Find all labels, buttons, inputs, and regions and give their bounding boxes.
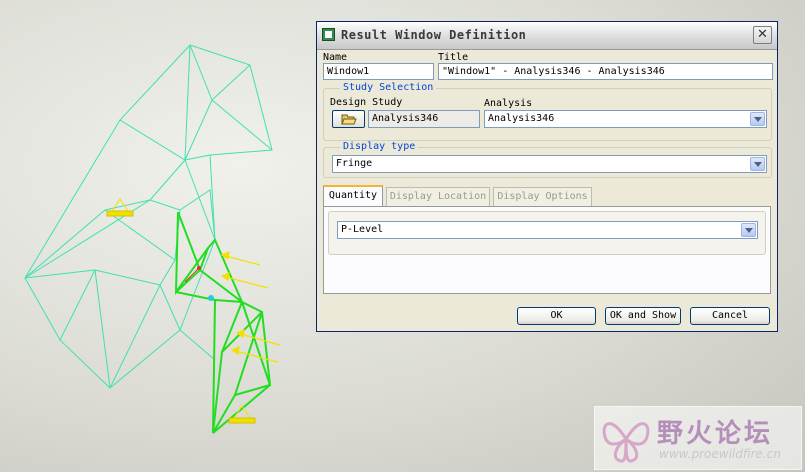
result-window-definition-dialog: Result Window Definition ✕ Name Window1 … xyxy=(316,21,778,332)
dialog-title: Result Window Definition xyxy=(341,28,527,42)
analysis-select[interactable]: Analysis346 xyxy=(484,110,767,128)
watermark-chinese-text: 野火论坛 xyxy=(657,419,774,449)
display-type-group: Display type Fringe xyxy=(323,141,772,178)
ok-and-show-button[interactable]: OK and Show xyxy=(605,307,681,325)
folder-open-icon xyxy=(341,114,357,125)
study-selection-group: Study Selection Design Study Analysis346… xyxy=(323,82,772,141)
quantity-tab-panel: P-Level xyxy=(323,206,771,294)
tab-display-options[interactable]: Display Options xyxy=(493,187,592,206)
cancel-button[interactable]: Cancel xyxy=(690,307,770,325)
study-selection-title: Study Selection xyxy=(340,82,437,93)
analysis-label: Analysis xyxy=(484,98,533,109)
name-input[interactable]: Window1 xyxy=(323,63,434,80)
quantity-select[interactable]: P-Level xyxy=(337,221,758,239)
display-type-title: Display type xyxy=(340,141,419,152)
ok-button[interactable]: OK xyxy=(517,307,596,325)
open-study-button[interactable] xyxy=(332,110,365,128)
tab-quantity[interactable]: Quantity xyxy=(323,185,383,206)
chevron-down-icon[interactable] xyxy=(741,223,756,237)
constraint-symbols xyxy=(106,198,256,424)
quantity-group: P-Level xyxy=(328,211,766,255)
name-label: Name xyxy=(323,52,348,63)
title-label: Title xyxy=(438,52,469,63)
display-type-select[interactable]: Fringe xyxy=(332,155,767,173)
close-button[interactable]: ✕ xyxy=(753,26,772,44)
butterfly-logo-icon xyxy=(602,422,650,463)
dialog-titlebar[interactable]: Result Window Definition ✕ xyxy=(317,22,777,50)
title-input[interactable]: "Window1" - Analysis346 - Analysis346 xyxy=(438,63,773,80)
wireframe-mesh xyxy=(24,44,273,389)
watermark-url: www.proewildfire.cn xyxy=(659,447,781,461)
quantity-selected-value: P-Level xyxy=(341,224,384,235)
analysis-selected-value: Analysis346 xyxy=(488,113,555,124)
design-study-field: Analysis346 xyxy=(368,110,480,128)
tab-display-location[interactable]: Display Location xyxy=(386,187,490,206)
close-icon: ✕ xyxy=(757,27,768,42)
highlighted-mesh xyxy=(174,211,272,434)
display-type-selected-value: Fringe xyxy=(336,158,373,169)
design-study-label: Design Study xyxy=(330,97,403,108)
chevron-down-icon[interactable] xyxy=(750,112,765,126)
watermark: 野火论坛 www.proewildfire.cn xyxy=(594,406,802,470)
chevron-down-icon[interactable] xyxy=(750,157,765,171)
app-icon xyxy=(322,28,335,41)
